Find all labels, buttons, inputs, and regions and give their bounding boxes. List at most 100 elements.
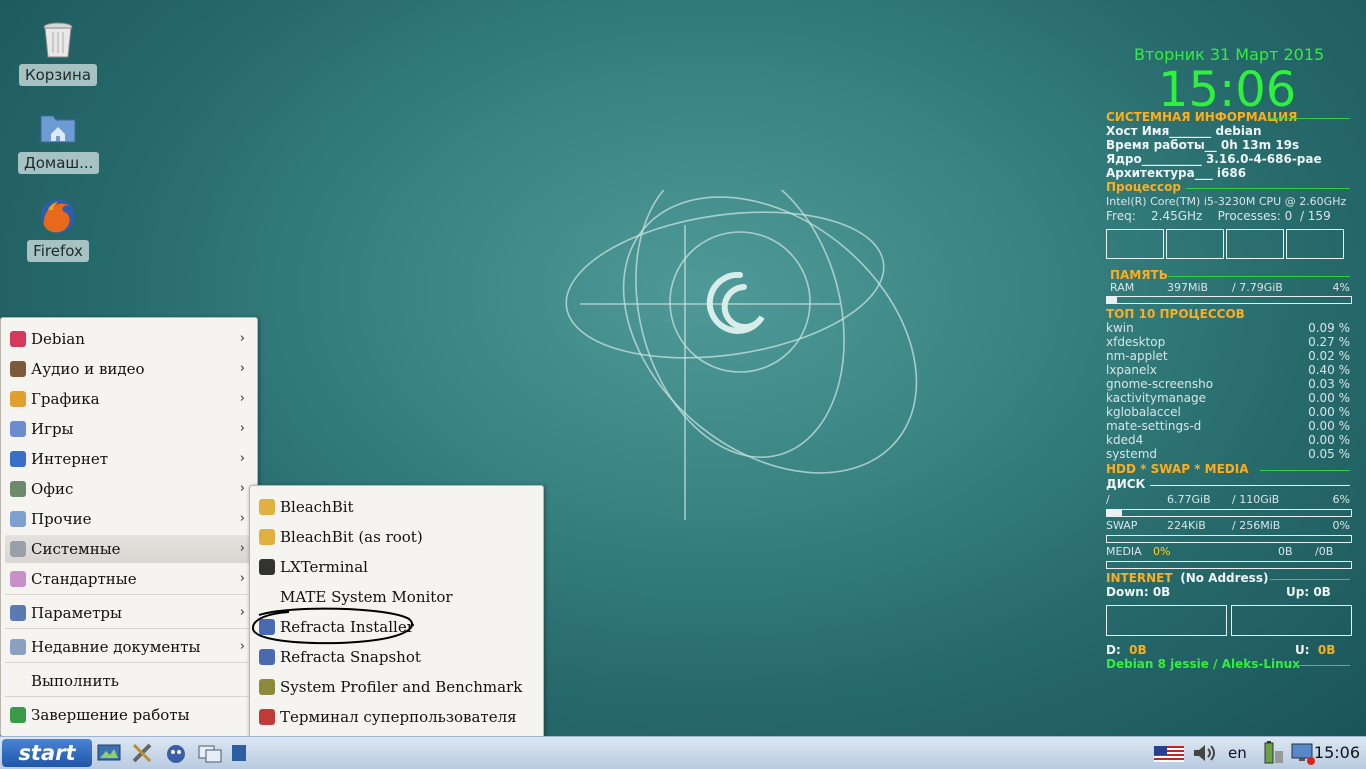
keyboard-layout-indicator[interactable]: en bbox=[1228, 741, 1250, 765]
games-icon bbox=[10, 421, 26, 437]
desktop-icon-firefox[interactable]: Firefox bbox=[18, 196, 98, 262]
cpu-core-graph bbox=[1106, 229, 1164, 259]
submenu-arrow-icon: › bbox=[239, 639, 245, 654]
swap-used: 224KiB bbox=[1167, 519, 1206, 532]
system-icon bbox=[10, 541, 26, 557]
taskbar: start en 15:06 bbox=[0, 736, 1366, 769]
menu-item-1[interactable]: Debian › bbox=[5, 325, 253, 353]
menu-item-label: Параметры bbox=[31, 604, 122, 622]
internet-header: INTERNET bbox=[1106, 571, 1173, 585]
logout-icon bbox=[10, 707, 26, 723]
submenu-item-5[interactable]: Refracta Installer bbox=[252, 607, 539, 645]
show-desktop-icon[interactable] bbox=[96, 741, 122, 765]
menu-item-9[interactable]: Стандартные › bbox=[5, 565, 253, 593]
desktop-icon-trash[interactable]: Корзина bbox=[18, 20, 98, 86]
other-icon bbox=[10, 511, 26, 527]
terminal-icon bbox=[259, 559, 275, 575]
taskbar-clock[interactable]: 15:06 bbox=[1314, 737, 1360, 769]
submenu-item-8[interactable]: Терминал суперпользователя bbox=[254, 703, 539, 731]
process-name: nm-applet bbox=[1106, 349, 1168, 363]
submenu-arrow-icon: › bbox=[239, 391, 245, 406]
submenu-arrow-icon: › bbox=[239, 511, 245, 526]
menu-item-label: Офис bbox=[31, 480, 74, 498]
cpu-model: Intel(R) Core(TM) i5-3230M CPU @ 2.60GHz bbox=[1106, 195, 1347, 208]
debian-wallpaper-logo bbox=[565, 190, 918, 520]
menu-item-10[interactable]: Параметры › bbox=[5, 599, 253, 627]
submenu-item-7[interactable]: System Profiler and Benchmark bbox=[254, 673, 539, 701]
internet-status: (No Address) bbox=[1180, 571, 1269, 585]
uptime-value: 0h 13m 19s bbox=[1220, 138, 1300, 152]
ram-label: RAM bbox=[1110, 281, 1135, 294]
cpu-core-graph bbox=[1166, 229, 1224, 259]
menu-item-label: Недавние документы bbox=[31, 638, 201, 656]
sysinfo-header: СИСТЕМНАЯ ИНФОРМАЦИЯ bbox=[1106, 110, 1298, 124]
graphics-icon bbox=[10, 391, 26, 407]
upload-graph bbox=[1231, 605, 1352, 636]
down-label: Down: bbox=[1106, 585, 1149, 599]
section-divider bbox=[1260, 470, 1350, 471]
accessories-icon bbox=[10, 571, 26, 587]
submenu-item-label: Терминал суперпользователя bbox=[280, 708, 517, 726]
menu-item-label: Прочие bbox=[31, 510, 92, 528]
submenu-arrow-icon: › bbox=[239, 571, 245, 586]
taskbar-app-icon[interactable] bbox=[230, 741, 248, 765]
process-cpu: 0.09 % bbox=[1308, 321, 1350, 335]
root-used: 6.77GiB bbox=[1167, 493, 1211, 506]
volume-icon[interactable] bbox=[1190, 741, 1222, 765]
start-button[interactable]: start bbox=[2, 739, 92, 767]
process-cpu: 0.00 % bbox=[1308, 419, 1350, 433]
d-value: 0B bbox=[1129, 643, 1147, 657]
us-flag-icon[interactable] bbox=[1153, 741, 1185, 765]
down-value: 0B bbox=[1152, 585, 1171, 599]
desktop-icon-home[interactable]: Домаш... bbox=[18, 108, 100, 174]
recent-documents-icon bbox=[10, 639, 26, 655]
internet-row: INTERNET (No Address) bbox=[1106, 571, 1268, 585]
arch-value: i686 bbox=[1216, 166, 1247, 180]
media-percent: 0% bbox=[1153, 545, 1171, 558]
submenu-item-3[interactable]: LXTerminal bbox=[254, 553, 539, 581]
trash-icon bbox=[38, 20, 78, 60]
root-total: / 110GiB bbox=[1232, 493, 1280, 506]
arch-label: Архитектура___ bbox=[1106, 166, 1213, 180]
root-terminal-icon bbox=[259, 709, 275, 725]
menu-item-label: Интернет bbox=[31, 450, 109, 468]
process-cpu: 0.00 % bbox=[1308, 391, 1350, 405]
submenu-arrow-icon: › bbox=[239, 331, 245, 346]
submenu-item-label: MATE System Monitor bbox=[280, 588, 453, 606]
process-name: kded4 bbox=[1106, 433, 1144, 447]
tools-icon[interactable] bbox=[130, 741, 156, 765]
submenu-item-1[interactable]: BleachBit bbox=[254, 493, 539, 521]
submenu-arrow-icon: › bbox=[239, 421, 245, 436]
window-switcher-icon[interactable] bbox=[197, 741, 223, 765]
submenu-item-2[interactable]: BleachBit (as root) bbox=[254, 523, 539, 551]
uptime-row: Время работы__ 0h 13m 19s bbox=[1106, 138, 1299, 152]
menu-item-11[interactable]: Недавние документы › bbox=[5, 633, 253, 661]
gimp-icon[interactable] bbox=[163, 741, 189, 765]
process-cpu: 0.27 % bbox=[1308, 335, 1350, 349]
menu-item-5[interactable]: Интернет › bbox=[5, 445, 253, 473]
swap-label: SWAP bbox=[1106, 519, 1138, 532]
submenu-arrow-icon: › bbox=[239, 541, 245, 556]
system-submenu: BleachBit BleachBit (as root) LXTerminal MA… bbox=[249, 485, 544, 767]
menu-item-4[interactable]: Игры › bbox=[5, 415, 253, 443]
menu-item-3[interactable]: Графика › bbox=[5, 385, 253, 413]
menu-item-12[interactable]: Выполнить bbox=[5, 667, 253, 695]
menu-item-7[interactable]: Прочие › bbox=[5, 505, 253, 533]
host-row: Хост Имя_______ debian bbox=[1106, 124, 1262, 138]
submenu-item-4[interactable]: MATE System Monitor bbox=[254, 583, 539, 611]
swap-percent: 0% bbox=[1332, 519, 1350, 532]
submenu-item-label: LXTerminal bbox=[280, 558, 368, 576]
menu-item-6[interactable]: Офис › bbox=[5, 475, 253, 503]
hdd-header: HDD * SWAP * MEDIA bbox=[1106, 462, 1249, 476]
up-value: 0B bbox=[1313, 585, 1331, 599]
root-label: / bbox=[1106, 493, 1110, 506]
menu-separator bbox=[5, 696, 253, 697]
network-icon[interactable] bbox=[1289, 741, 1317, 765]
menu-item-2[interactable]: Аудио и видео › bbox=[5, 355, 253, 383]
menu-item-8[interactable]: Системные › bbox=[5, 535, 253, 563]
settings-icon bbox=[10, 605, 26, 621]
menu-item-13[interactable]: Завершение работы bbox=[5, 701, 253, 729]
battery-icon[interactable] bbox=[1259, 741, 1285, 765]
process-cpu: 0.05 % bbox=[1308, 447, 1350, 461]
submenu-item-6[interactable]: Refracta Snapshot bbox=[254, 643, 539, 671]
